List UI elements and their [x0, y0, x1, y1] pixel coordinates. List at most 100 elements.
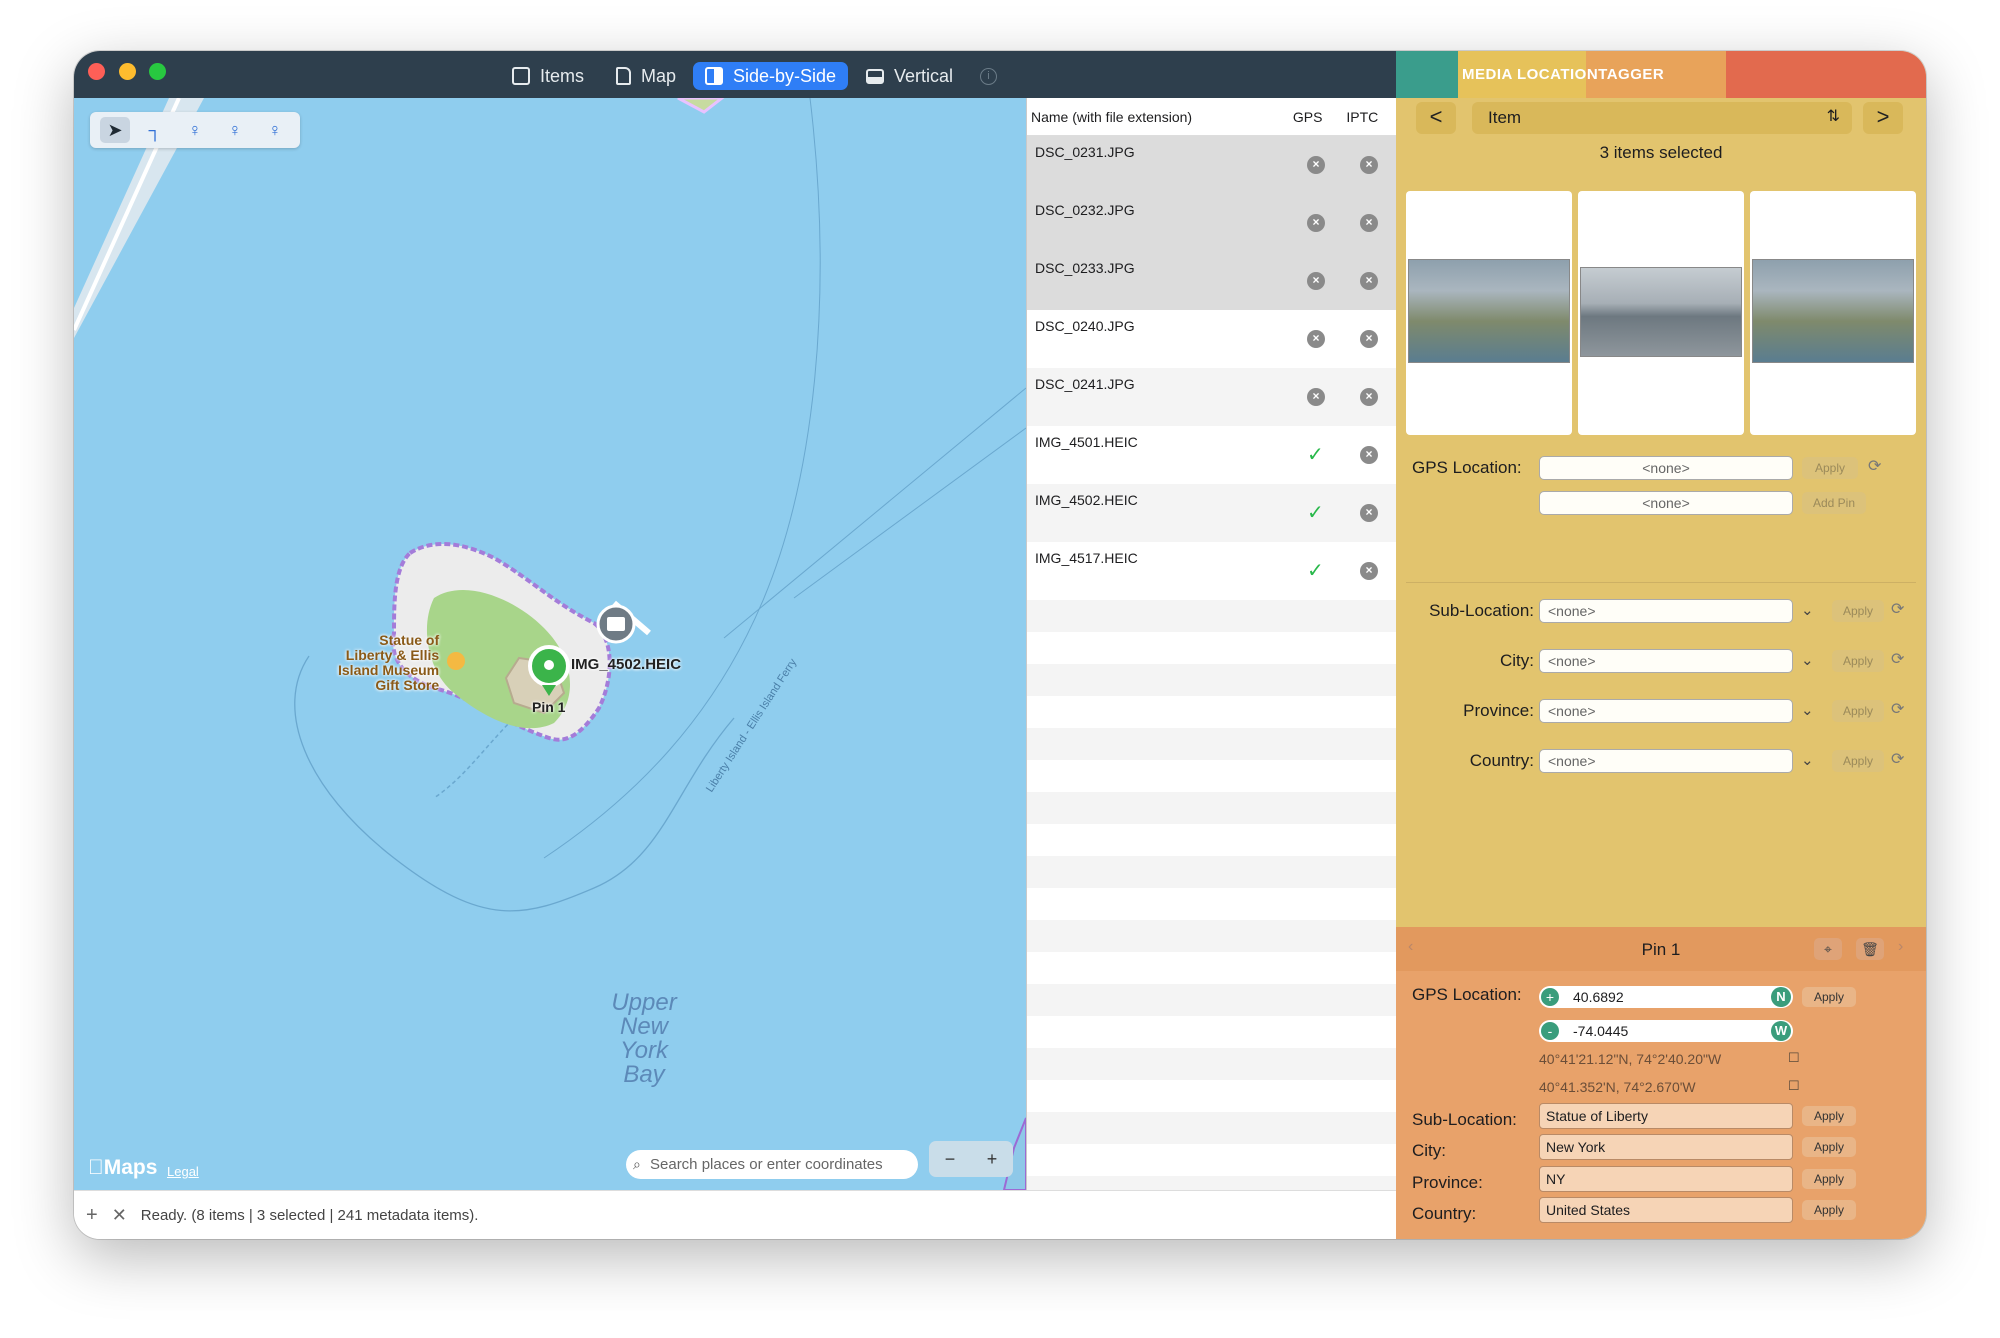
- clipboard-icon[interactable]: ☐: [1788, 1078, 1800, 1094]
- refresh-icon[interactable]: ⟳: [1891, 749, 1904, 769]
- file-name: DSC_0231.JPG: [1035, 144, 1135, 160]
- location-input[interactable]: <none>: [1539, 599, 1793, 623]
- apply-button[interactable]: Apply: [1832, 750, 1884, 772]
- apply-button[interactable]: Apply: [1832, 600, 1884, 622]
- pin-apply-button[interactable]: Apply: [1802, 1200, 1856, 1220]
- thumbnail[interactable]: [1750, 191, 1916, 435]
- pin-location-input[interactable]: NY: [1539, 1166, 1793, 1192]
- checkmark-icon: ✓: [1307, 502, 1324, 524]
- empty-row: [1027, 792, 1397, 824]
- legal-link[interactable]: Legal: [167, 1164, 199, 1179]
- pin-field-label: City:: [1412, 1141, 1446, 1160]
- photo-marker[interactable]: [596, 604, 636, 644]
- status-text: Ready. (8 items | 3 selected | 241 metad…: [140, 1206, 479, 1224]
- chevron-down-icon[interactable]: ⌄: [1801, 601, 1814, 619]
- pin-location-input[interactable]: Statue of Liberty: [1539, 1103, 1793, 1129]
- column-header-iptc[interactable]: IPTC: [1346, 109, 1396, 125]
- column-header-name[interactable]: Name (with file extension): [1031, 109, 1293, 125]
- location-input[interactable]: <none>: [1539, 699, 1793, 723]
- zoom-out-button[interactable]: −: [945, 1149, 956, 1170]
- tab-items[interactable]: Items: [500, 62, 596, 90]
- table-row[interactable]: IMG_4517.HEIC ✓ ×: [1027, 542, 1397, 600]
- gps-location-field[interactable]: <none>: [1539, 456, 1793, 480]
- close-window-button[interactable]: [88, 63, 105, 80]
- refresh-icon[interactable]: ⟳: [1868, 456, 1881, 476]
- tab-side-by-side[interactable]: Side-by-Side: [693, 62, 849, 90]
- maps-logo: Maps: [88, 1156, 157, 1180]
- pin-location-input[interactable]: United States: [1539, 1197, 1793, 1223]
- gps-location-field-2[interactable]: <none>: [1539, 491, 1793, 515]
- table-row[interactable]: IMG_4501.HEIC ✓ ×: [1027, 426, 1397, 484]
- crop-tool-icon[interactable]: ┐: [140, 117, 170, 143]
- column-header-gps[interactable]: GPS: [1293, 109, 1347, 125]
- info-icon[interactable]: i: [980, 68, 997, 85]
- empty-row: [1027, 600, 1397, 632]
- pointer-tool-icon[interactable]: ➤: [100, 117, 130, 143]
- latitude-sign[interactable]: +: [1541, 988, 1559, 1006]
- location-input[interactable]: <none>: [1539, 649, 1793, 673]
- poi-line: Liberty & Ellis: [345, 647, 440, 663]
- thumbnail[interactable]: [1406, 191, 1572, 435]
- add-pin-tool-icon[interactable]: ♀: [180, 117, 210, 143]
- move-pin-tool-icon[interactable]: ♀: [220, 117, 250, 143]
- item-select[interactable]: Item ⇅: [1472, 102, 1852, 134]
- poi-label[interactable]: Statue of Liberty & Ellis Island Museum …: [338, 633, 439, 693]
- chevron-down-icon[interactable]: ⌄: [1801, 701, 1814, 719]
- map-view[interactable]: Statue of Liberty & Ellis Island Museum …: [74, 98, 1026, 1190]
- table-row[interactable]: DSC_0240.JPG × ×: [1027, 310, 1397, 368]
- trash-icon[interactable]: 🗑: [1856, 938, 1884, 960]
- map-search-input[interactable]: ⌕ Search places or enter coordinates: [626, 1150, 918, 1179]
- file-name: IMG_4501.HEIC: [1035, 434, 1138, 450]
- add-icon[interactable]: +: [86, 1204, 98, 1227]
- clipboard-icon[interactable]: ☐: [1788, 1050, 1800, 1066]
- tab-vertical[interactable]: Vertical: [854, 62, 965, 90]
- minimize-window-button[interactable]: [119, 63, 136, 80]
- refresh-icon[interactable]: ⟳: [1891, 649, 1904, 669]
- chevron-down-icon[interactable]: ⌄: [1801, 751, 1814, 769]
- table-row[interactable]: DSC_0231.JPG × ×: [1027, 136, 1397, 194]
- apply-button[interactable]: Apply: [1832, 700, 1884, 722]
- longitude-sign[interactable]: -: [1541, 1022, 1559, 1040]
- locate-pin-icon[interactable]: ⌖: [1814, 938, 1842, 960]
- item-select-value: Item: [1488, 108, 1522, 127]
- pin-apply-button[interactable]: Apply: [1802, 1137, 1856, 1157]
- remove-pin-tool-icon[interactable]: ♀: [260, 117, 290, 143]
- thumbnail[interactable]: [1578, 191, 1744, 435]
- refresh-icon[interactable]: ⟳: [1891, 599, 1904, 619]
- zoom-in-button[interactable]: +: [987, 1149, 998, 1170]
- longitude-hemisphere[interactable]: W: [1771, 1021, 1791, 1041]
- tab-map[interactable]: Map: [604, 62, 688, 90]
- latitude-field[interactable]: + 40.6892 N: [1539, 986, 1793, 1008]
- location-input[interactable]: <none>: [1539, 749, 1793, 773]
- table-row[interactable]: DSC_0241.JPG × ×: [1027, 368, 1397, 426]
- pin-apply-button[interactable]: Apply: [1802, 1106, 1856, 1126]
- app-banner: MEDIA LOCATIONTAGGER: [1396, 51, 1926, 98]
- pin-apply-button[interactable]: Apply: [1802, 1169, 1856, 1189]
- pin-gps-apply-button[interactable]: Apply: [1802, 987, 1856, 1007]
- app-title: MEDIA LOCATIONTAGGER: [1462, 66, 1664, 83]
- close-icon[interactable]: ✕: [112, 1205, 127, 1226]
- refresh-icon[interactable]: ⟳: [1891, 699, 1904, 719]
- tab-side-by-side-label: Side-by-Side: [733, 65, 837, 86]
- next-pin-icon[interactable]: ›: [1898, 938, 1903, 956]
- chevron-down-icon[interactable]: ⌄: [1801, 651, 1814, 669]
- water-label: Upper New York Bay: [594, 991, 694, 1087]
- previous-item-button[interactable]: <: [1416, 102, 1456, 134]
- gps-apply-button[interactable]: Apply: [1802, 457, 1858, 479]
- zoom-window-button[interactable]: [149, 63, 166, 80]
- table-row[interactable]: IMG_4502.HEIC ✓ ×: [1027, 484, 1397, 542]
- latitude-hemisphere[interactable]: N: [1771, 987, 1791, 1007]
- status-bar: + ✕ Ready. (8 items | 3 selected | 241 m…: [74, 1190, 1396, 1239]
- next-item-button[interactable]: >: [1863, 102, 1903, 134]
- longitude-value: -74.0445: [1573, 1023, 1629, 1039]
- add-pin-button[interactable]: Add Pin: [1802, 492, 1866, 514]
- apply-button[interactable]: Apply: [1832, 650, 1884, 672]
- table-row[interactable]: DSC_0232.JPG × ×: [1027, 194, 1397, 252]
- gps-location-label: GPS Location:: [1412, 458, 1522, 477]
- longitude-field[interactable]: - -74.0445 W: [1539, 1020, 1793, 1042]
- pin-location-input[interactable]: New York: [1539, 1134, 1793, 1160]
- table-row[interactable]: DSC_0233.JPG × ×: [1027, 252, 1397, 310]
- pin-field-label: Province:: [1412, 1173, 1483, 1192]
- x-circle-icon: ×: [1360, 214, 1378, 232]
- pin-header: ‹ Pin 1 ⌖ 🗑 ›: [1396, 927, 1926, 971]
